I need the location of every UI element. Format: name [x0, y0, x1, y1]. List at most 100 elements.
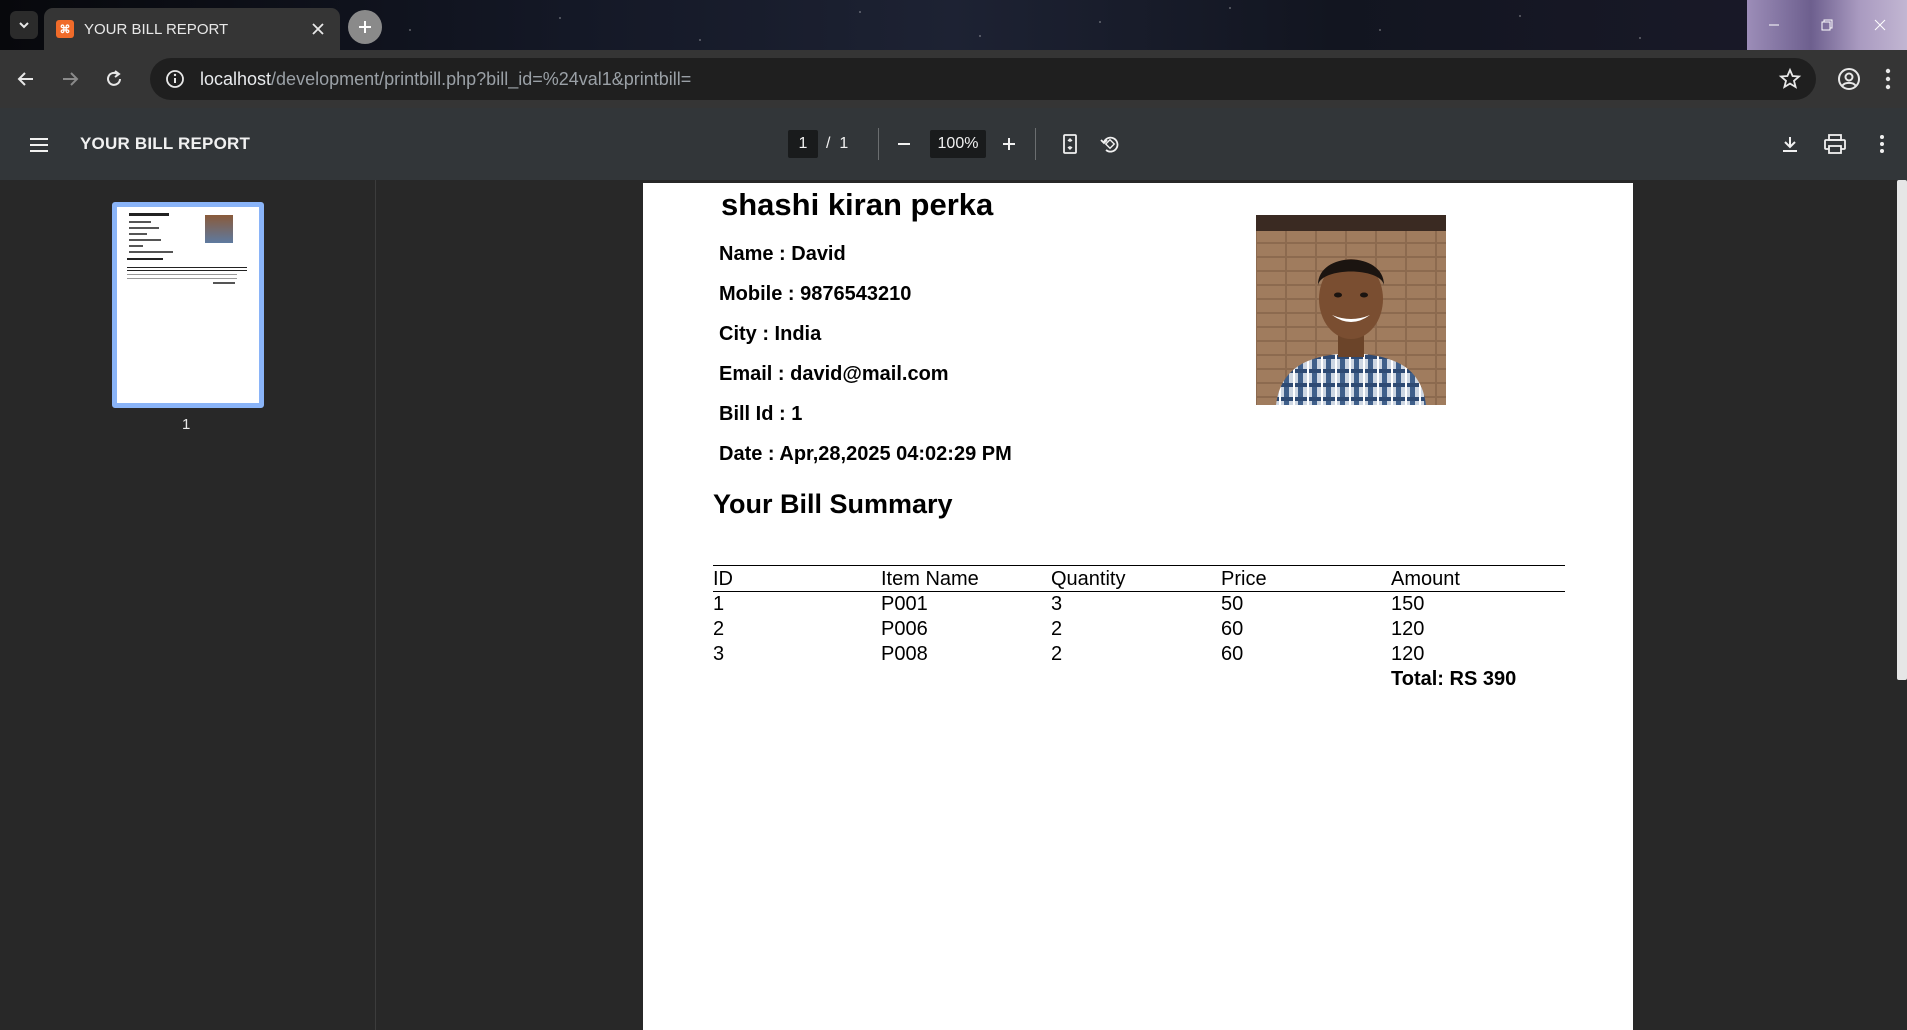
thumbnail-text-line [129, 245, 143, 247]
cell-price: 60 [1221, 617, 1244, 640]
pdf-toolbar: YOUR BILL REPORT 1 / 1 100% [0, 108, 1907, 180]
field-email: Email : david@mail.com [719, 363, 949, 385]
restore-button[interactable] [1800, 0, 1853, 50]
zoom-out-button[interactable] [888, 128, 920, 160]
thumbnail-photo [205, 215, 233, 243]
cell-amount: 120 [1391, 617, 1425, 640]
table-row: 2 P006 2 60 120 [713, 617, 1565, 642]
window-close-button[interactable] [1854, 0, 1907, 50]
pdf-document-area: shashi kiran perka Name : David Mobile :… [377, 180, 1907, 1030]
pdf-page: shashi kiran perka Name : David Mobile :… [643, 183, 1633, 1030]
zoom-level-input[interactable]: 100% [930, 130, 986, 158]
cell-amount: 150 [1391, 592, 1425, 615]
thumbnail-table-row [127, 274, 237, 275]
page-separator: / [826, 135, 831, 152]
hamburger-menu-icon [30, 138, 48, 152]
thumbnail-table-row [127, 278, 237, 279]
thumbnail-text-line [129, 239, 161, 241]
thumbnail-text-line [129, 221, 151, 223]
thumbnail-text-line [129, 233, 147, 235]
arrow-right-icon [63, 72, 79, 86]
thumbnail-text-line [127, 258, 163, 260]
more-vertical-icon [1880, 135, 1884, 153]
page-thumbnail[interactable] [112, 202, 264, 408]
download-icon [1783, 137, 1797, 152]
empty-cell [1051, 667, 1221, 692]
cell-id: 1 [713, 592, 725, 615]
sidebar-toggle-button[interactable] [24, 130, 54, 160]
url-host: localhost [200, 68, 272, 89]
cell-quantity: 3 [1051, 592, 1063, 615]
total-pages: 1 [839, 135, 849, 152]
cell-quantity: 2 [1051, 617, 1063, 640]
print-icon [1824, 134, 1846, 154]
reload-icon [107, 70, 121, 86]
column-header-item-name: Item Name [881, 565, 1051, 592]
pdf-more-button[interactable] [1866, 128, 1898, 160]
cell-item-name: P006 [881, 617, 928, 640]
new-tab-button[interactable] [348, 10, 382, 44]
cell-quantity: 2 [1051, 642, 1063, 665]
column-header-quantity: Quantity [1051, 565, 1221, 592]
field-mobile: Mobile : 9876543210 [719, 283, 912, 305]
url-text[interactable]: localhost/development/printbill.php?bill… [200, 69, 1770, 90]
thumbnail-total-line [213, 282, 235, 284]
fit-page-icon [1063, 134, 1077, 154]
bill-total: Total: RS 390 [1391, 667, 1517, 690]
empty-cell [713, 667, 881, 692]
column-header-price: Price [1221, 565, 1391, 592]
info-icon[interactable] [164, 68, 186, 90]
cell-price: 60 [1221, 642, 1244, 665]
field-city: City : India [719, 323, 822, 345]
reload-button[interactable] [96, 61, 132, 97]
more-vertical-icon [1885, 68, 1891, 90]
thumbnail-text-line [129, 213, 169, 216]
cell-amount: 120 [1391, 642, 1425, 665]
column-header-amount: Amount [1391, 565, 1565, 592]
page-count: / 1 [826, 135, 848, 153]
table-total-row: Total: RS 390 [713, 667, 1565, 692]
star-icon[interactable] [1778, 67, 1802, 91]
toolbar-divider [878, 128, 879, 160]
column-header-id: ID [713, 565, 881, 592]
tab-close-button[interactable] [308, 19, 328, 39]
url-path: /development/printbill.php?bill_id=%24va… [271, 68, 692, 89]
plus-icon [1003, 138, 1015, 150]
bill-table: ID Item Name Quantity Price Amount 1 P00… [713, 565, 1565, 692]
page-scrollbar[interactable] [1897, 180, 1907, 680]
customer-photo [1256, 215, 1446, 405]
pdf-title: YOUR BILL REPORT [80, 134, 251, 153]
profile-button[interactable] [1832, 62, 1866, 96]
tab-bill-report[interactable]: ⌘ YOUR BILL REPORT [44, 8, 340, 50]
cell-id: 2 [713, 617, 725, 640]
field-name: Name : David [719, 243, 846, 265]
tab-strip: ⌘ YOUR BILL REPORT [0, 0, 1907, 50]
tab-search-button[interactable] [10, 11, 38, 39]
forward-button[interactable] [52, 61, 88, 97]
browser-menu-button[interactable] [1876, 62, 1900, 96]
close-icon [312, 23, 324, 35]
browser-toolbar: localhost/development/printbill.php?bill… [0, 50, 1907, 108]
minus-icon [898, 143, 910, 145]
field-bill-id: Bill Id : 1 [719, 403, 803, 425]
cell-id: 3 [713, 642, 725, 665]
thumbnail-sidebar: 1 [0, 180, 376, 1030]
thumbnail-table-rule [127, 270, 247, 271]
page-number-input[interactable]: 1 [788, 130, 818, 158]
download-button[interactable] [1774, 128, 1806, 160]
arrow-left-icon [17, 72, 33, 86]
address-bar[interactable]: localhost/development/printbill.php?bill… [150, 58, 1816, 100]
chevron-down-icon [19, 22, 29, 29]
tab-title: YOUR BILL REPORT [84, 20, 229, 38]
back-button[interactable] [8, 61, 44, 97]
print-button[interactable] [1819, 128, 1851, 160]
cell-item-name: P001 [881, 592, 928, 615]
zoom-in-button[interactable] [993, 128, 1025, 160]
fit-to-page-button[interactable] [1054, 128, 1086, 160]
rotate-button[interactable] [1094, 128, 1126, 160]
plus-icon [359, 21, 371, 33]
thumbnail-page-label: 1 [182, 416, 191, 433]
minimize-button[interactable] [1747, 0, 1800, 50]
thumbnail-text-line [129, 251, 173, 253]
field-date: Date : Apr,28,2025 04:02:29 PM [719, 443, 1012, 465]
